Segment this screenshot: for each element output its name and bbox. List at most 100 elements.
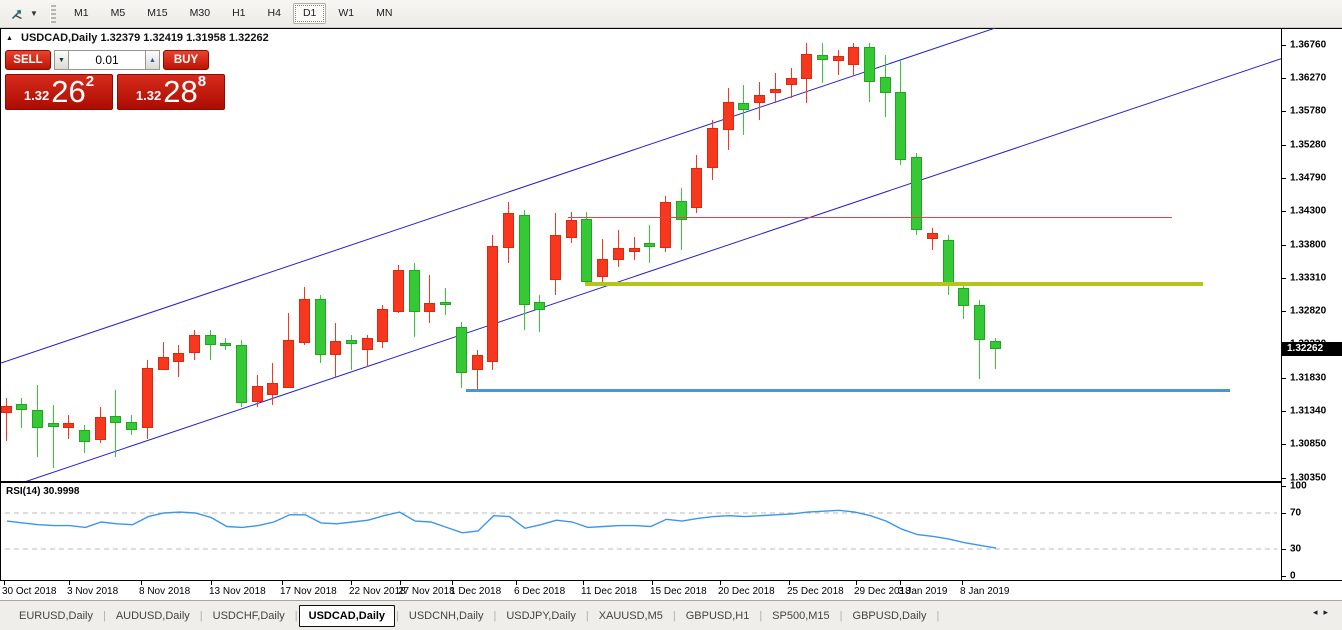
timeframe-button-mn[interactable]: MN bbox=[366, 3, 402, 24]
rsi-axis-label: 100 bbox=[1290, 481, 1307, 492]
candle-wick bbox=[822, 43, 823, 83]
candlestick bbox=[205, 335, 216, 345]
sell-button[interactable]: SELL bbox=[5, 50, 51, 70]
price-axis-label: 1.31830 bbox=[1290, 373, 1326, 384]
rsi-axis-label: 70 bbox=[1290, 508, 1301, 519]
candle-wick bbox=[6, 398, 7, 441]
rsi-axis-tick bbox=[1281, 549, 1286, 550]
tab-scroll-right-icon[interactable]: ▸ bbox=[1323, 607, 1334, 617]
time-axis-tick bbox=[141, 581, 142, 585]
time-axis-label: 3 Jan 2019 bbox=[898, 586, 948, 597]
toolbar-grip[interactable] bbox=[50, 5, 56, 23]
timeframe-button-h1[interactable]: H1 bbox=[222, 3, 255, 24]
candlestick bbox=[691, 168, 702, 208]
price-axis-tick bbox=[1281, 411, 1286, 412]
time-axis-label: 11 Dec 2018 bbox=[581, 586, 637, 597]
timeframe-button-d1[interactable]: D1 bbox=[293, 3, 326, 24]
candlestick bbox=[377, 309, 388, 342]
time-axis-tick bbox=[452, 581, 453, 585]
candlestick bbox=[456, 327, 467, 373]
time-axis-tick bbox=[900, 581, 901, 585]
candlestick bbox=[173, 353, 184, 362]
chart-tab-gbpusd-daily[interactable]: GBPUSD,Daily bbox=[844, 606, 936, 626]
chart-tabs-bar: EURUSD,Daily|AUDUSD,Daily|USDCHF,Daily|U… bbox=[0, 600, 1342, 630]
candlestick bbox=[927, 233, 938, 239]
buy-price-button[interactable]: 1.32 28 8 bbox=[117, 74, 225, 110]
chart-tab-usdcad-daily[interactable]: USDCAD,Daily bbox=[299, 605, 395, 627]
price-axis-tick bbox=[1281, 478, 1286, 479]
tab-scroll-left-icon[interactable]: ◂ bbox=[1313, 607, 1324, 617]
collapse-panel-icon[interactable]: ▲ bbox=[6, 35, 13, 42]
candlestick bbox=[801, 54, 812, 79]
level-line_red[interactable] bbox=[568, 217, 1172, 218]
candlestick bbox=[990, 341, 1001, 349]
chart-tool-caret-icon[interactable]: ▼ bbox=[28, 9, 40, 18]
price-axis-tick bbox=[1281, 378, 1286, 379]
candlestick bbox=[597, 259, 608, 277]
rsi-axis-label: 0 bbox=[1290, 571, 1296, 582]
candlestick bbox=[864, 47, 875, 82]
volume-increase-button[interactable]: ▲ bbox=[145, 50, 160, 70]
candlestick bbox=[503, 213, 514, 247]
sell-price-button[interactable]: 1.32 26 2 bbox=[5, 74, 113, 110]
timeframe-button-w1[interactable]: W1 bbox=[328, 3, 364, 24]
volume-input[interactable]: 0.01 bbox=[69, 50, 145, 70]
rsi-axis-tick bbox=[1281, 486, 1286, 487]
sell-price-pip: 2 bbox=[86, 67, 94, 97]
candlestick bbox=[110, 416, 121, 423]
candlestick bbox=[723, 102, 734, 130]
level-line_olive[interactable] bbox=[585, 282, 1203, 286]
chart-tab-gbpusd-h1[interactable]: GBPUSD,H1 bbox=[677, 606, 759, 626]
time-axis-tick bbox=[69, 581, 70, 585]
chart-tool-icon[interactable] bbox=[6, 3, 28, 25]
time-axis-tick bbox=[211, 581, 212, 585]
candlestick bbox=[974, 305, 985, 340]
volume-decrease-button[interactable]: ▼ bbox=[54, 50, 69, 70]
rsi-axis-tick bbox=[1281, 576, 1286, 577]
candlestick bbox=[895, 92, 906, 160]
time-axis-tick bbox=[720, 581, 721, 585]
rsi-value: 30.9998 bbox=[43, 486, 79, 497]
timeframe-button-m30[interactable]: M30 bbox=[180, 3, 220, 24]
price-axis-tick bbox=[1281, 278, 1286, 279]
time-axis-tick bbox=[400, 581, 401, 585]
price-axis-label: 1.35780 bbox=[1290, 106, 1326, 117]
chart-tab-usdchf-daily[interactable]: USDCHF,Daily bbox=[204, 606, 294, 626]
chart-tab-sp500-m15[interactable]: SP500,M15 bbox=[763, 606, 838, 626]
time-axis-tick bbox=[583, 581, 584, 585]
timeframe-button-m5[interactable]: M5 bbox=[101, 3, 136, 24]
current-price-tag: 1.32262 bbox=[1282, 342, 1342, 356]
chart-tab-audusd-daily[interactable]: AUDUSD,Daily bbox=[107, 606, 199, 626]
time-axis-label: 20 Dec 2018 bbox=[718, 586, 775, 597]
candle-wick bbox=[21, 398, 22, 428]
candlestick bbox=[738, 103, 749, 110]
candlestick bbox=[95, 417, 106, 440]
candlestick bbox=[189, 335, 200, 353]
time-axis-label: 17 Nov 2018 bbox=[280, 586, 337, 597]
candlestick bbox=[566, 220, 577, 238]
timeframe-button-h4[interactable]: H4 bbox=[258, 3, 291, 24]
chart-tab-xauusd-m5[interactable]: XAUUSD,M5 bbox=[590, 606, 672, 626]
price-axis-tick bbox=[1281, 178, 1286, 179]
timeframe-button-m1[interactable]: M1 bbox=[64, 3, 99, 24]
candlestick bbox=[158, 357, 169, 370]
candlestick bbox=[581, 219, 592, 282]
chart-tab-usdjpy-daily[interactable]: USDJPY,Daily bbox=[497, 606, 585, 626]
candlestick bbox=[315, 299, 326, 355]
timeframe-button-m15[interactable]: M15 bbox=[137, 3, 177, 24]
tab-separator: | bbox=[586, 610, 589, 622]
candle-wick bbox=[838, 50, 839, 75]
chart-tab-eurusd-daily[interactable]: EURUSD,Daily bbox=[10, 606, 102, 626]
mt4-terminal: ▼ M1M5M15M30H1H4D1W1MN 1.367601.362701.3… bbox=[0, 0, 1342, 630]
buy-price-pip: 8 bbox=[198, 67, 206, 97]
candlestick bbox=[440, 302, 451, 305]
candlestick bbox=[534, 302, 545, 310]
chart-tab-usdcnh-daily[interactable]: USDCNH,Daily bbox=[400, 606, 493, 626]
candlestick bbox=[142, 368, 153, 428]
candlestick bbox=[409, 270, 420, 312]
price-axis-tick bbox=[1281, 111, 1286, 112]
candlestick bbox=[362, 338, 373, 349]
candlestick bbox=[16, 404, 27, 410]
price-axis-label: 1.35280 bbox=[1290, 139, 1326, 150]
level-line_blue[interactable] bbox=[466, 389, 1230, 392]
